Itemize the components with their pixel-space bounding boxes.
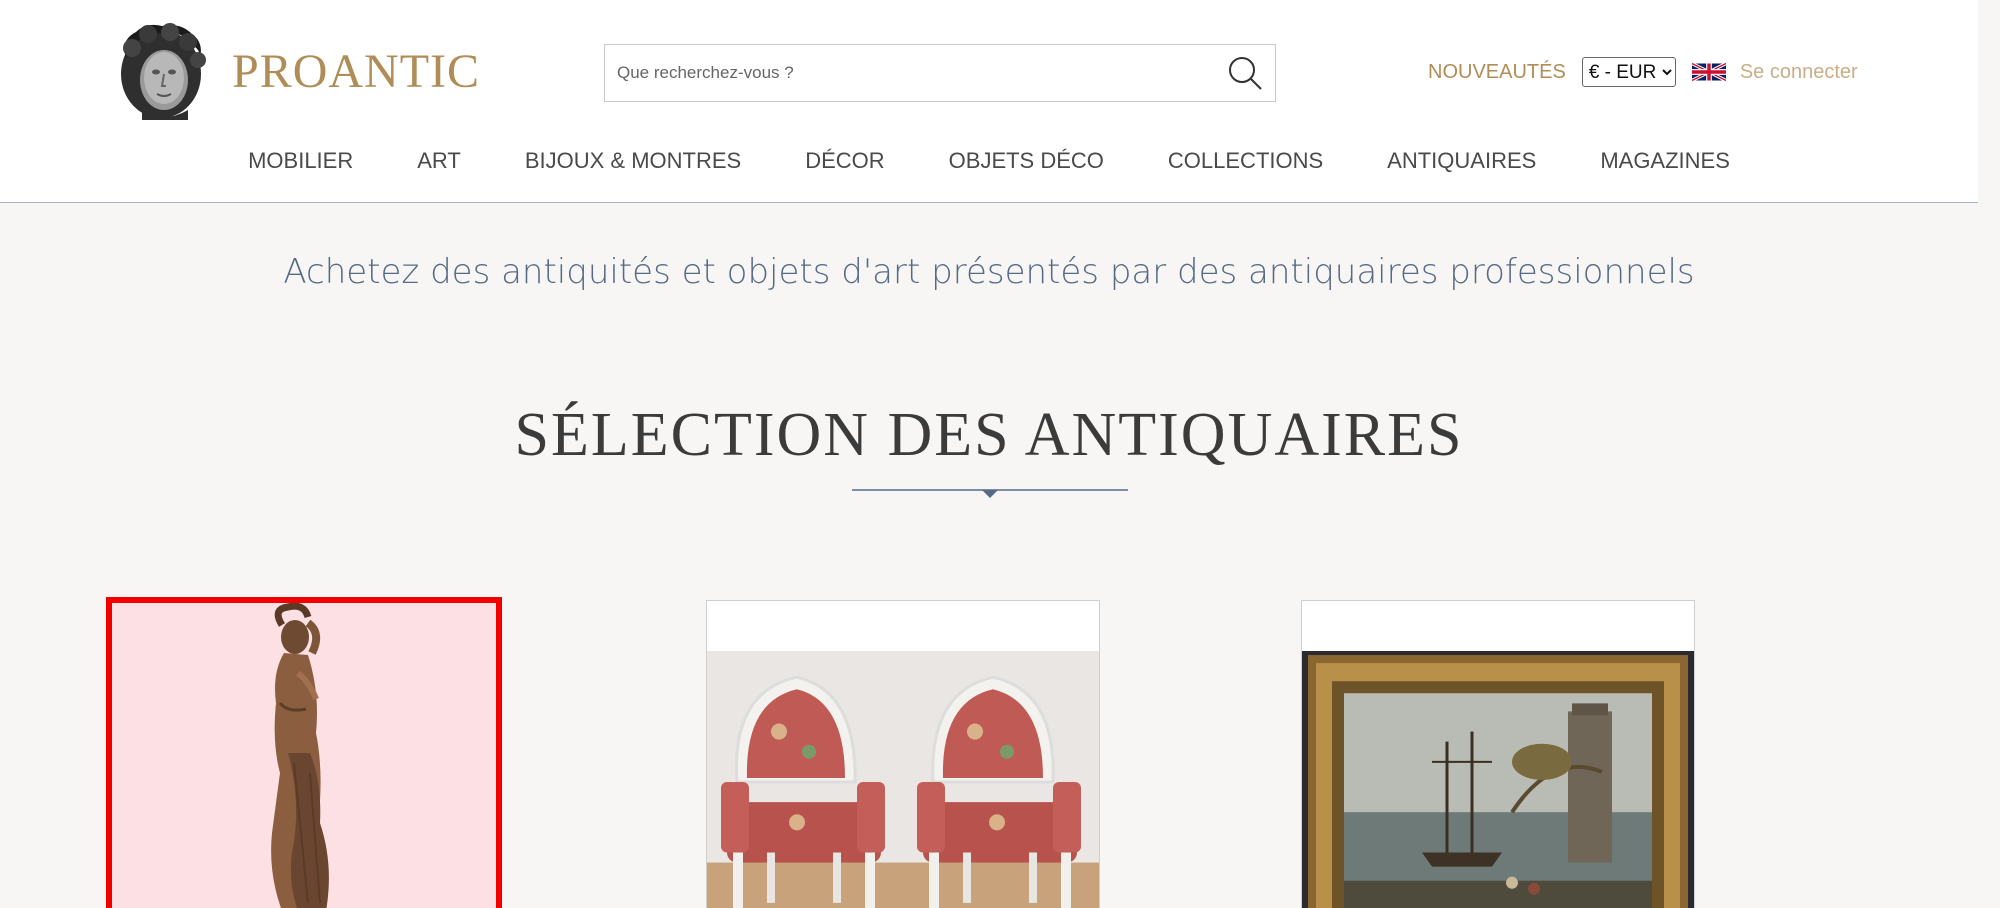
main-nav: MOBILIER ART BIJOUX & MONTRES DÉCOR OBJE… [0,148,1978,174]
nav-item-bijoux-montres[interactable]: BIJOUX & MONTRES [493,148,773,174]
search-button[interactable] [1225,53,1265,93]
nav-item-objets-deco[interactable]: OBJETS DÉCO [917,148,1136,174]
login-link[interactable]: Se connecter [1740,61,1858,84]
product-grid [0,597,1978,908]
product-card-painting[interactable] [1301,600,1695,908]
bronze-venus-statue-image [112,603,496,908]
page-tagline: Achetez des antiquités et objets d'art p… [283,252,1695,292]
sculpted-head-logo-icon [121,23,206,120]
nav-item-art[interactable]: ART [385,148,493,174]
currency-select[interactable]: € - EUR [1581,57,1676,87]
product-card-statue[interactable] [106,597,502,908]
logo-link[interactable]: PROANTIC [112,20,480,122]
uk-flag-icon[interactable] [1691,60,1726,84]
search-input[interactable] [605,45,1205,101]
search-box [604,44,1276,102]
search-icon [1229,57,1262,90]
logo-text: PROANTIC [232,44,481,98]
page: PROANTIC NOUVEAUTÉS € - EUR [0,0,1978,908]
title-divider [852,489,1128,498]
framed-marine-painting-image [1302,651,1694,908]
section-title: SÉLECTION DES ANTIQUAIRES [514,401,1464,469]
pair-of-louis-xvi-armchairs-image [707,651,1099,908]
nav-item-mobilier[interactable]: MOBILIER [216,148,385,174]
header-utilities: NOUVEAUTÉS € - EUR Se connecter [1428,56,1858,88]
nav-item-antiquaires[interactable]: ANTIQUAIRES [1355,148,1568,174]
site-header: PROANTIC NOUVEAUTÉS € - EUR [0,0,1978,203]
product-card-armchairs[interactable] [706,600,1100,908]
nav-item-collections[interactable]: COLLECTIONS [1136,148,1355,174]
new-arrivals-link[interactable]: NOUVEAUTÉS [1428,61,1566,84]
nav-item-decor[interactable]: DÉCOR [773,148,916,174]
nav-item-magazines[interactable]: MAGAZINES [1568,148,1762,174]
